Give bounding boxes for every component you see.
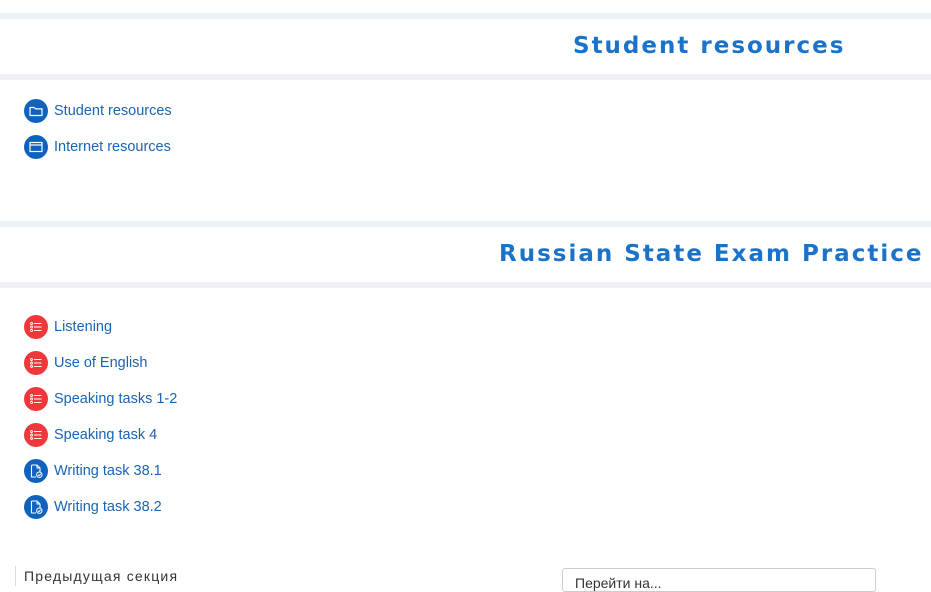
section-divider-bottom bbox=[0, 74, 931, 80]
url-icon bbox=[24, 135, 48, 159]
quiz-icon bbox=[24, 423, 48, 447]
activity-speaking-tasks-1-2[interactable]: Speaking tasks 1-2 bbox=[24, 387, 177, 411]
section-divider-top bbox=[0, 13, 931, 19]
activity-listening[interactable]: Listening bbox=[24, 315, 112, 339]
section-title-student-resources: Student resources bbox=[573, 33, 846, 59]
activity-label: Use of English bbox=[54, 355, 148, 371]
activity-internet-resources[interactable]: Internet resources bbox=[24, 135, 171, 159]
activity-label: Speaking tasks 1-2 bbox=[54, 391, 178, 407]
activity-label: Internet resources bbox=[54, 139, 171, 155]
activity-writing-task-38-1[interactable]: Writing task 38.1 bbox=[24, 459, 162, 483]
activity-label: Listening bbox=[54, 319, 113, 335]
quiz-icon bbox=[24, 315, 48, 339]
quiz-icon bbox=[24, 351, 48, 375]
quiz-icon bbox=[24, 387, 48, 411]
assignment-icon bbox=[24, 495, 48, 519]
folder-icon bbox=[24, 99, 48, 123]
activity-student-resources[interactable]: Student resources bbox=[24, 99, 172, 123]
activity-label: Student resources bbox=[54, 103, 172, 119]
section-title-exam-practice: Russian State Exam Practice bbox=[499, 241, 924, 267]
activity-label: Writing task 38.1 bbox=[54, 463, 162, 479]
section-divider-bottom bbox=[0, 282, 931, 288]
activity-writing-task-38-2[interactable]: Writing task 38.2 bbox=[24, 495, 162, 519]
jump-to-select[interactable]: Перейти на... bbox=[562, 568, 876, 592]
activity-label: Speaking task 4 bbox=[54, 427, 158, 443]
activity-use-of-english[interactable]: Use of English bbox=[24, 351, 148, 375]
activity-speaking-task-4[interactable]: Speaking task 4 bbox=[24, 423, 157, 447]
previous-section-link[interactable]: Предыдущая секция bbox=[15, 566, 178, 586]
activity-label: Writing task 38.2 bbox=[54, 499, 162, 515]
assignment-icon bbox=[24, 459, 48, 483]
section-divider-top bbox=[0, 221, 931, 227]
